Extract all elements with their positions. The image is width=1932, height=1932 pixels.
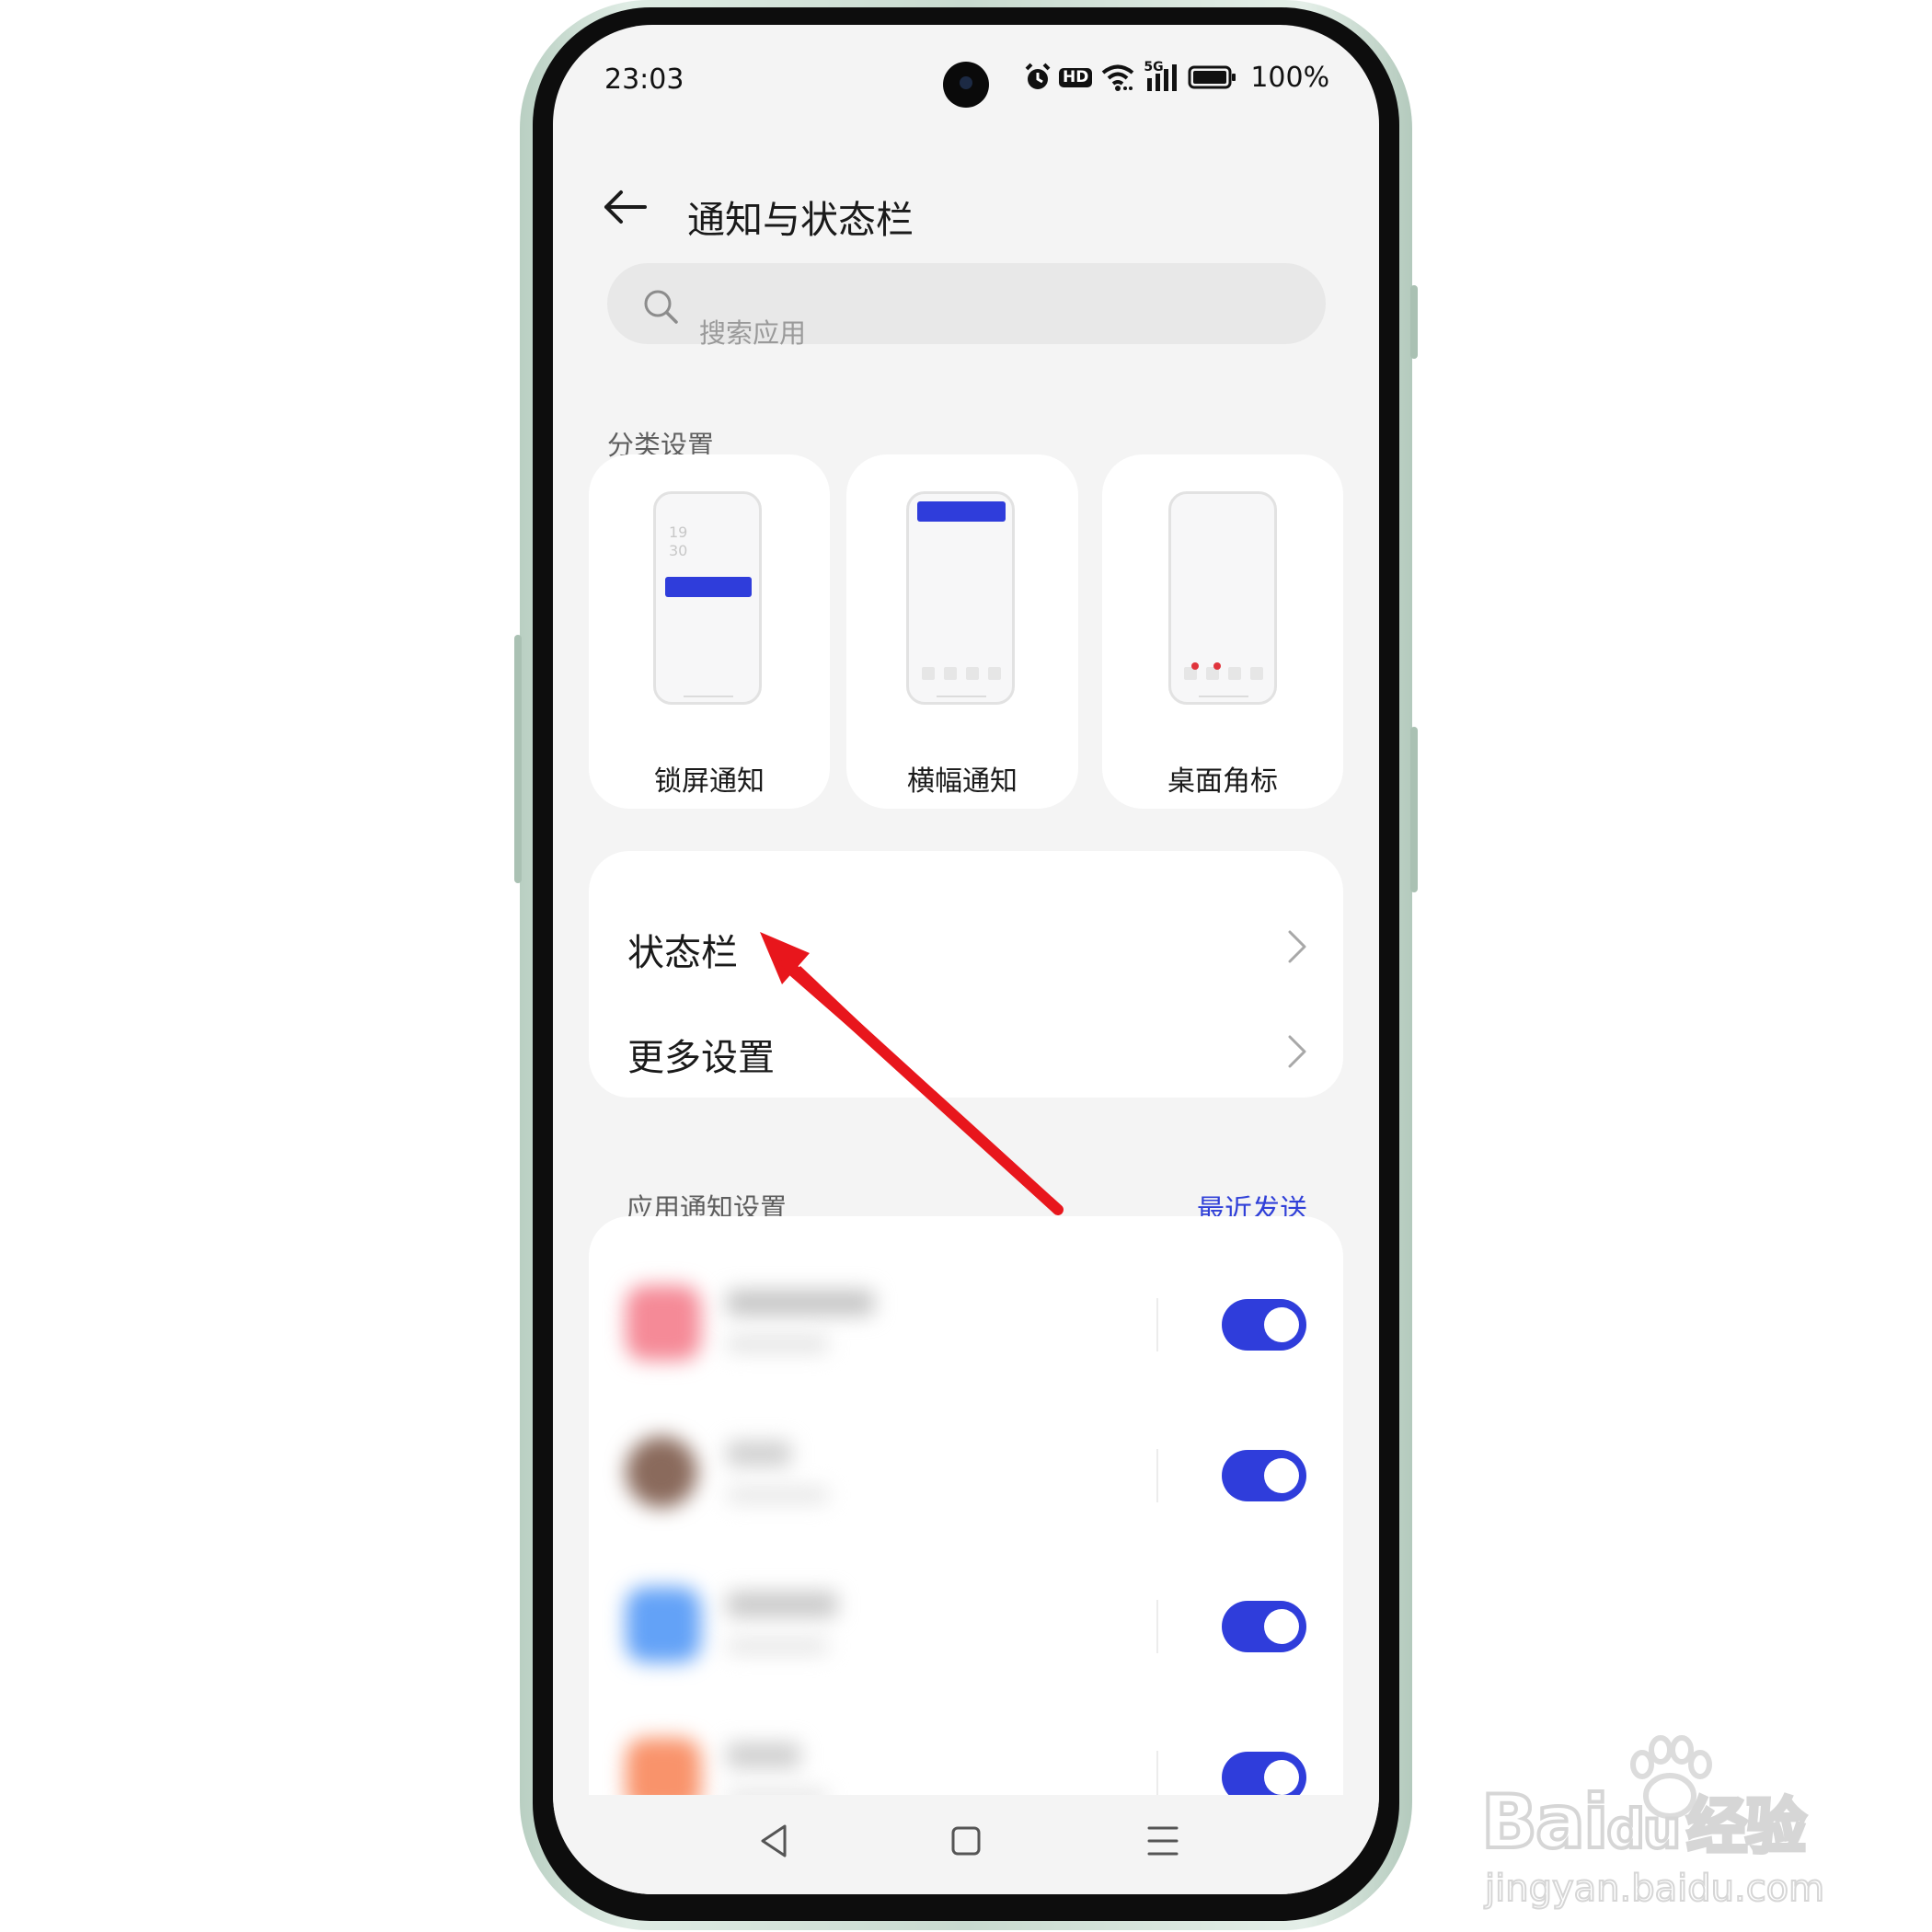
status-icons: HD 5G 100%	[1024, 60, 1330, 94]
app-desc-blurred	[727, 1336, 828, 1352]
preview-notification-bar	[665, 577, 752, 597]
preview-banner-bar	[917, 501, 1006, 522]
category-card-lockscreen[interactable]: 19 30 锁屏通知	[589, 454, 830, 809]
page-title: 通知与状态栏	[687, 198, 914, 242]
preview-dock-dot	[1250, 667, 1263, 680]
watermark-brand-du: du	[1604, 1796, 1683, 1862]
watermark-url: jingyan.baidu.com	[1484, 1867, 1825, 1911]
app-icon	[626, 1285, 701, 1361]
category-card-badge[interactable]: 桌面角标	[1102, 454, 1343, 809]
toggle-knob	[1264, 1458, 1299, 1493]
preview-home-indicator	[1199, 696, 1248, 697]
side-button	[1410, 727, 1418, 892]
power-button	[1410, 285, 1418, 359]
app-icon	[626, 1436, 697, 1508]
lockscreen-preview: 19 30	[653, 491, 762, 705]
back-triangle-icon	[761, 1824, 787, 1857]
phone-screen: 23:03 HD 5G 100% 通知与状态栏 搜索应用 分类设置 19 30	[553, 25, 1379, 1894]
category-label-banner: 横幅通知	[907, 765, 1018, 798]
row-divider	[1156, 1449, 1158, 1502]
app-desc-blurred	[727, 1487, 828, 1503]
banner-preview	[906, 491, 1015, 705]
preview-dock-dot	[988, 667, 1001, 680]
arrow-left-icon	[604, 190, 647, 224]
row-divider	[1156, 1600, 1158, 1653]
toggle-knob	[1264, 1609, 1299, 1644]
watermark-brand-cn: 经验	[1685, 1789, 1808, 1864]
preview-dock	[922, 667, 1001, 680]
app-notification-toggle[interactable]	[1222, 1450, 1306, 1501]
app-desc-blurred	[727, 1638, 828, 1654]
nav-home-button[interactable]	[938, 1813, 994, 1869]
app-row[interactable]	[589, 1248, 1343, 1396]
baidu-watermark: Baidu 经验 jingyan.baidu.com	[1479, 1730, 1849, 1914]
preview-dock-dot	[944, 667, 957, 680]
front-camera	[943, 62, 989, 108]
menu-lines-icon	[1147, 1826, 1179, 1856]
app-row[interactable]	[589, 1550, 1343, 1697]
alarm-icon	[1024, 63, 1052, 92]
navigation-bar	[553, 1795, 1379, 1894]
preview-dock-dot	[922, 667, 935, 680]
hd-badge-text: HD	[1063, 67, 1089, 86]
app-name-blurred	[727, 1441, 791, 1466]
preview-home-indicator	[684, 696, 733, 697]
app-name-blurred	[727, 1290, 874, 1316]
wifi-icon	[1099, 63, 1136, 92]
app-name-blurred	[727, 1742, 800, 1768]
more-settings-label: 更多设置	[627, 1037, 775, 1079]
preview-clock: 19 30	[669, 523, 688, 559]
preview-dock-dot	[1228, 667, 1241, 680]
badge-preview	[1168, 491, 1277, 705]
toggle-knob	[1264, 1760, 1299, 1795]
category-label-lockscreen: 锁屏通知	[654, 765, 765, 798]
chevron-right-icon	[1288, 1035, 1306, 1068]
toggle-knob	[1264, 1307, 1299, 1342]
search-icon	[642, 288, 679, 328]
category-card-banner[interactable]: 横幅通知	[846, 454, 1078, 809]
more-settings-row[interactable]: 更多设置	[589, 1002, 1343, 1101]
watermark-brand-bai: Bai	[1479, 1777, 1610, 1867]
chevron-right-icon	[1288, 930, 1306, 963]
volume-button	[514, 635, 522, 883]
nav-menu-button[interactable]	[1135, 1813, 1190, 1869]
watermark-brand: Baidu 经验	[1479, 1777, 1808, 1867]
status-time: 23:03	[604, 63, 684, 96]
status-bar-settings-label: 状态栏	[627, 932, 738, 974]
preview-badge-dot	[1191, 662, 1199, 670]
home-square-icon	[951, 1826, 981, 1856]
battery-percent: 100%	[1250, 61, 1330, 94]
hd-icon: HD	[1059, 67, 1093, 87]
battery-icon	[1188, 64, 1237, 90]
row-divider	[1156, 1298, 1158, 1351]
app-icon	[626, 1587, 701, 1662]
search-placeholder: 搜索应用	[699, 317, 807, 349]
app-notification-toggle[interactable]	[1222, 1601, 1306, 1652]
preview-dock-dot	[966, 667, 979, 680]
back-button[interactable]	[601, 189, 652, 235]
status-bar-settings-row[interactable]: 状态栏	[589, 897, 1343, 996]
app-notification-toggle[interactable]	[1222, 1299, 1306, 1351]
signal-5g-icon: 5G	[1144, 60, 1180, 93]
nav-back-button[interactable]	[746, 1813, 801, 1869]
preview-badge-dot	[1213, 662, 1221, 670]
app-name-blurred	[727, 1592, 837, 1617]
preview-home-indicator	[937, 696, 986, 697]
category-label-badge: 桌面角标	[1167, 765, 1278, 798]
app-row[interactable]	[589, 1399, 1343, 1547]
